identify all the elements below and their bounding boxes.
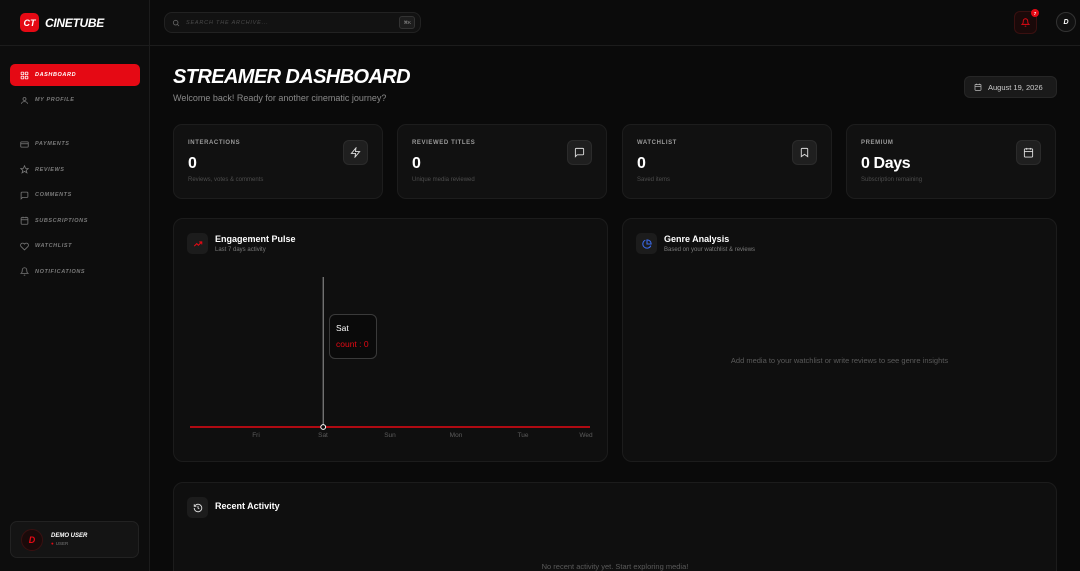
x-tick-label: Sat	[318, 432, 328, 439]
card-subtitle: Based on your watchlist & reviews	[664, 247, 756, 253]
active-data-point[interactable]	[320, 424, 327, 430]
pie-chart-icon	[641, 238, 652, 249]
genre-empty-message: Add media to your watchlist or write rev…	[730, 356, 949, 365]
card-icon-box	[636, 233, 657, 254]
x-tick-label: Sun	[384, 432, 396, 439]
x-tick-label: Mon	[450, 432, 463, 439]
history-icon	[193, 503, 202, 512]
genre-analysis-card: Genre Analysis Based on your watchlist &…	[622, 218, 1057, 462]
card-title: Genre Analysis	[664, 234, 730, 244]
x-tick-label: Tue	[518, 432, 529, 439]
card-icon-box	[187, 497, 208, 518]
x-tick-label: Wed	[579, 432, 593, 439]
recent-activity-card: Recent Activity	[173, 482, 1057, 571]
x-tick-label: Fri	[252, 432, 260, 439]
tooltip-label: Sat	[336, 323, 349, 333]
activity-empty-message: No recent activity yet. Start exploring …	[541, 562, 689, 571]
card-title: Recent Activity	[215, 501, 280, 511]
chart-tooltip: Sat count : 0	[329, 314, 377, 359]
tooltip-value: count : 0	[336, 339, 369, 349]
